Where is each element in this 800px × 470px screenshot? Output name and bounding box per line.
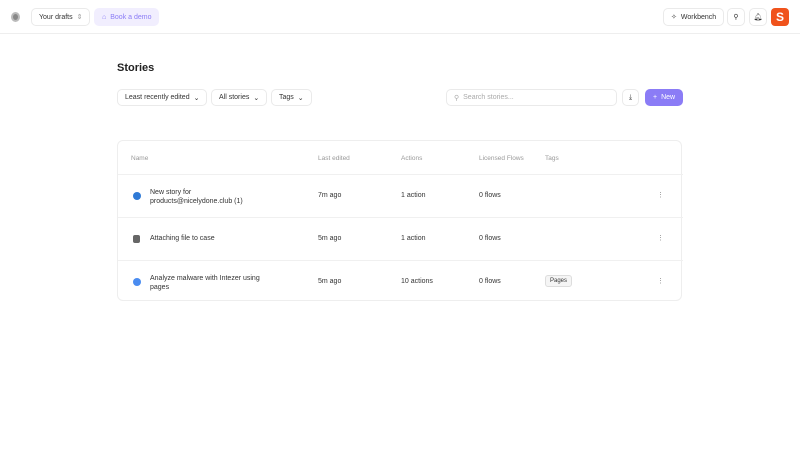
last-edited: 7m ago xyxy=(318,192,342,199)
chevron-updown-icon: ⇕ xyxy=(76,14,83,21)
header-name: Name xyxy=(131,155,149,162)
top-bar: Your drafts ⇕ ⌂ Book a demo ✧ Workbench ⚲ 🔔… xyxy=(0,0,800,34)
header-licensed-flows: Licensed Flows xyxy=(479,155,524,162)
header-tags: Tags xyxy=(545,155,559,162)
workbench-label: Workbench xyxy=(680,13,717,21)
bell-icon: ⌂ xyxy=(102,13,107,21)
search-icon: ⚲ xyxy=(733,14,739,21)
workspace-icon[interactable] xyxy=(11,12,20,22)
search-icon: ⚲ xyxy=(454,94,460,102)
new-label: New xyxy=(661,94,676,101)
notifications-button[interactable]: 🔔︎ xyxy=(749,8,767,26)
story-name: New story for xyxy=(150,189,192,196)
sparkle-icon: ✧ xyxy=(671,14,677,21)
download-button[interactable]: ⤓ xyxy=(622,89,639,106)
book-demo-label: Book a demo xyxy=(110,13,152,21)
story-name-cont: products@nicelydone.club (1) xyxy=(150,198,243,205)
chevron-down-icon: ⌄ xyxy=(297,94,304,102)
more-icon[interactable]: ⋮ xyxy=(657,191,664,199)
story-icon xyxy=(133,278,141,286)
page-title: Stories xyxy=(117,62,155,74)
story-name: Analyze malware with Intezer using xyxy=(150,275,260,282)
plus-icon: + xyxy=(653,94,658,101)
flows-count: 0 flows xyxy=(479,278,501,285)
bell-icon: 🔔︎ xyxy=(753,14,763,21)
sort-dropdown[interactable]: Least recently edited ⌄ xyxy=(117,89,208,106)
actions-count: 10 actions xyxy=(401,278,433,285)
tags-label: Tags xyxy=(279,94,294,101)
flows-count: 0 flows xyxy=(479,192,501,199)
story-icon xyxy=(133,235,140,243)
last-edited: 5m ago xyxy=(318,278,342,285)
avatar[interactable]: S xyxy=(771,8,789,26)
download-icon: ⤓ xyxy=(628,93,633,101)
table-row[interactable]: New story for products@nicelydone.club (1… xyxy=(118,174,683,217)
new-story-button[interactable]: + New xyxy=(645,89,683,106)
drafts-selector[interactable]: Your drafts ⇕ xyxy=(31,8,91,26)
actions-count: 1 action xyxy=(401,192,426,199)
header-actions: Actions xyxy=(401,155,423,162)
more-icon[interactable]: ⋮ xyxy=(657,277,664,285)
story-name-cont: pages xyxy=(150,284,170,291)
flows-count: 0 flows xyxy=(479,235,501,242)
drafts-label: Your drafts xyxy=(39,13,73,21)
workbench-button[interactable]: ✧ Workbench xyxy=(663,8,725,26)
scope-label: All stories xyxy=(219,94,250,101)
table-row[interactable]: Analyze malware with Intezer using pages … xyxy=(118,260,683,303)
book-demo-button[interactable]: ⌂ Book a demo xyxy=(94,8,160,26)
table-row[interactable]: Attaching file to case 5m ago 1 action 0… xyxy=(118,217,683,260)
search-placeholder: Search stories... xyxy=(463,94,514,101)
header-last-edited: Last edited xyxy=(318,155,350,162)
last-edited: 5m ago xyxy=(318,235,342,242)
chevron-down-icon: ⌄ xyxy=(253,94,260,102)
sort-label: Least recently edited xyxy=(125,94,190,101)
search-input[interactable]: ⚲ Search stories... xyxy=(446,89,617,106)
tags-dropdown[interactable]: Tags ⌄ xyxy=(271,89,312,106)
story-name: Attaching file to case xyxy=(150,235,215,242)
actions-count: 1 action xyxy=(401,235,426,242)
scope-dropdown[interactable]: All stories ⌄ xyxy=(211,89,268,106)
stories-table: Name Last edited Actions Licensed Flows … xyxy=(117,140,683,303)
search-button[interactable]: ⚲ xyxy=(727,8,745,26)
more-icon[interactable]: ⋮ xyxy=(657,234,664,242)
tag-badge[interactable]: Pages xyxy=(545,275,573,287)
chevron-down-icon: ⌄ xyxy=(193,94,200,102)
story-icon xyxy=(133,192,141,200)
